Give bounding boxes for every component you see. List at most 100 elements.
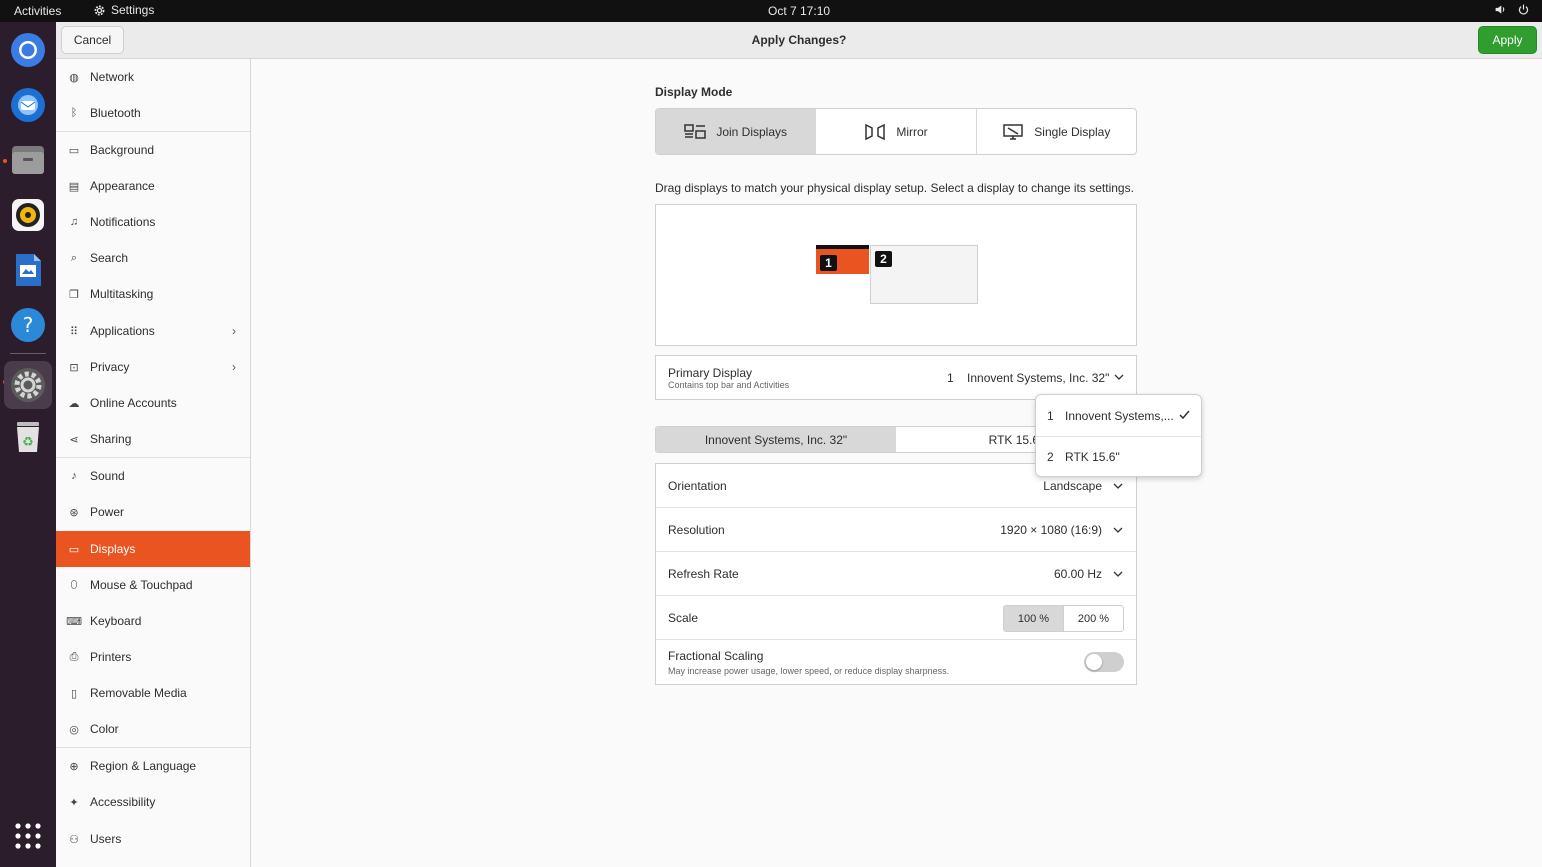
app-name: Settings	[111, 3, 155, 17]
chevron-right-icon: ›	[232, 360, 236, 374]
sidebar-item-privacy[interactable]: ⊡ Privacy ›	[56, 349, 250, 385]
monitor-number: 2	[875, 251, 892, 267]
dock-help[interactable]: ?	[8, 305, 48, 345]
notifications-icon: ♫	[69, 216, 79, 228]
popover-option-2[interactable]: 2 RTK 15.6"	[1036, 436, 1201, 476]
sidebar-item-sound[interactable]: ♪ Sound	[56, 458, 250, 494]
dock-chromium[interactable]	[8, 30, 48, 70]
dock-writer[interactable]	[8, 250, 48, 290]
display-mode-title: Display Mode	[655, 85, 733, 99]
resolution-row[interactable]: Resolution 1920 × 1080 (16:9)	[656, 508, 1136, 552]
writer-icon	[16, 254, 41, 286]
dock-show-apps[interactable]	[8, 816, 48, 856]
sidebar-item-label: Accessibility	[90, 795, 156, 809]
chevron-right-icon: ›	[232, 324, 236, 338]
monitor-1-preview[interactable]: 1	[816, 245, 869, 274]
join-displays-button[interactable]: Join Displays	[656, 109, 817, 154]
sidebar-item-label: Online Accounts	[90, 396, 177, 410]
running-indicator	[3, 159, 7, 163]
scale-100-button[interactable]: 100 %	[1004, 606, 1064, 631]
sidebar-item-background[interactable]: ▭ Background	[56, 132, 250, 168]
applications-icon: ⠿	[69, 325, 79, 338]
speaker-icon	[1495, 5, 1505, 14]
single-display-button[interactable]: Single Display	[977, 109, 1136, 154]
sidebar-item-keyboard[interactable]: ⌨ Keyboard	[56, 603, 250, 639]
sidebar-item-label: Bluetooth	[90, 106, 141, 120]
sidebar-item-sharing[interactable]: ⋖ Sharing	[56, 421, 250, 457]
system-tray[interactable]	[1494, 3, 1530, 16]
sidebar-item-label: Region & Language	[90, 759, 197, 773]
monitor-2-preview[interactable]: 2	[870, 245, 978, 304]
sidebar-item-appearance[interactable]: ▤ Appearance	[56, 168, 250, 204]
display-arrangement-area: 1 2	[655, 204, 1137, 346]
sidebar-item-label: Background	[90, 143, 155, 157]
apply-button[interactable]: Apply	[1478, 26, 1537, 54]
toggle-knob	[1086, 654, 1102, 670]
dock-separator	[10, 353, 46, 354]
sidebar-item-label: Applications	[90, 324, 155, 338]
scale-label: Scale	[668, 611, 699, 625]
fractional-scaling-label: Fractional Scaling	[668, 649, 764, 663]
sidebar-item-printers[interactable]: ⎙ Printers	[56, 639, 250, 675]
sidebar-item-search[interactable]: ⌕ Search	[56, 240, 250, 276]
search-icon: ⌕	[70, 251, 78, 264]
chevron-down-icon	[1113, 527, 1123, 533]
top-bar: Activities Settings Oct 7 17:10	[0, 0, 1542, 22]
appearance-icon: ▤	[68, 180, 80, 193]
sidebar-item-applications[interactable]: ⠿ Applications ›	[56, 313, 250, 349]
activities-button[interactable]: Activities	[14, 4, 61, 18]
displays-panel: Display Mode Join Displays Mirror Single…	[251, 59, 1542, 867]
dock-files[interactable]	[8, 140, 48, 180]
fractional-scaling-toggle[interactable]	[1084, 652, 1124, 672]
dock-rhythmbox[interactable]	[8, 195, 48, 235]
option-name: Innovent Systems,...	[1065, 409, 1174, 423]
refresh-rate-label: Refresh Rate	[668, 567, 739, 581]
app-menu[interactable]: Settings	[93, 3, 154, 17]
sidebar-item-bluetooth[interactable]: ᛒ Bluetooth	[56, 95, 250, 131]
sidebar-item-multitasking[interactable]: ❐ Multitasking	[56, 276, 250, 312]
sidebar-item-removable-media[interactable]: ▯ Removable Media	[56, 675, 250, 711]
dock: ? ♻	[0, 22, 56, 867]
sidebar-item-color[interactable]: ◎ Color	[56, 711, 250, 747]
sidebar-item-label: Privacy	[90, 360, 130, 374]
single-display-icon	[1003, 123, 1024, 140]
arrangement-instructions: Drag displays to match your physical dis…	[655, 181, 1134, 195]
dock-thunderbird[interactable]	[8, 85, 48, 125]
tab-monitor-1[interactable]: Innovent Systems, Inc. 32"	[656, 427, 896, 452]
sidebar-item-accessibility[interactable]: ✦ Accessibility	[56, 784, 250, 820]
color-icon: ◎	[69, 723, 79, 736]
printer-icon: ⎙	[69, 650, 79, 663]
sidebar-item-label: Appearance	[90, 179, 155, 193]
sidebar-item-label: Power	[90, 505, 125, 519]
clock[interactable]: Oct 7 17:10	[768, 4, 830, 18]
sidebar-item-online-accounts[interactable]: ☁ Online Accounts	[56, 385, 250, 421]
sidebar-item-label: Sharing	[90, 432, 132, 446]
sidebar-item-users[interactable]: ⚇ Users	[56, 821, 250, 857]
sidebar-item-network[interactable]: ◍ Network	[56, 59, 250, 95]
sidebar-item-mouse-touchpad[interactable]: ⬯ Mouse & Touchpad	[56, 567, 250, 603]
popover-option-1[interactable]: 1 Innovent Systems,...	[1036, 395, 1201, 435]
primary-display-label: Primary Display	[668, 366, 753, 380]
scale-200-button[interactable]: 200 %	[1064, 606, 1123, 631]
sidebar-item-displays[interactable]: ▭ Displays	[56, 531, 250, 567]
power-icon: ⊛	[69, 506, 79, 519]
dock-settings[interactable]	[4, 361, 52, 409]
sidebar-item-notifications[interactable]: ♫ Notifications	[56, 204, 250, 240]
fractional-scaling-row: Fractional Scaling May increase power us…	[656, 640, 1136, 684]
monitor-number: 1	[820, 255, 837, 271]
privacy-icon: ⊡	[69, 361, 79, 374]
display-mode-selector: Join Displays Mirror Single Display	[655, 108, 1137, 155]
chevron-down-icon	[1113, 571, 1123, 577]
mirror-button[interactable]: Mirror	[816, 109, 977, 154]
sidebar-item-region-language[interactable]: ⊕ Region & Language	[56, 748, 250, 784]
refresh-rate-value: 60.00 Hz	[1053, 567, 1102, 581]
orientation-label: Orientation	[668, 479, 727, 493]
rhythmbox-icon	[12, 199, 44, 231]
header-title: Apply Changes?	[751, 33, 847, 47]
header-bar: Apply Changes? Cancel Apply	[56, 22, 1542, 59]
mirror-icon	[865, 123, 886, 140]
sidebar-item-power[interactable]: ⊛ Power	[56, 494, 250, 530]
cancel-button[interactable]: Cancel	[61, 26, 124, 54]
dock-trash[interactable]: ♻	[8, 417, 48, 457]
refresh-rate-row[interactable]: Refresh Rate 60.00 Hz	[656, 552, 1136, 596]
